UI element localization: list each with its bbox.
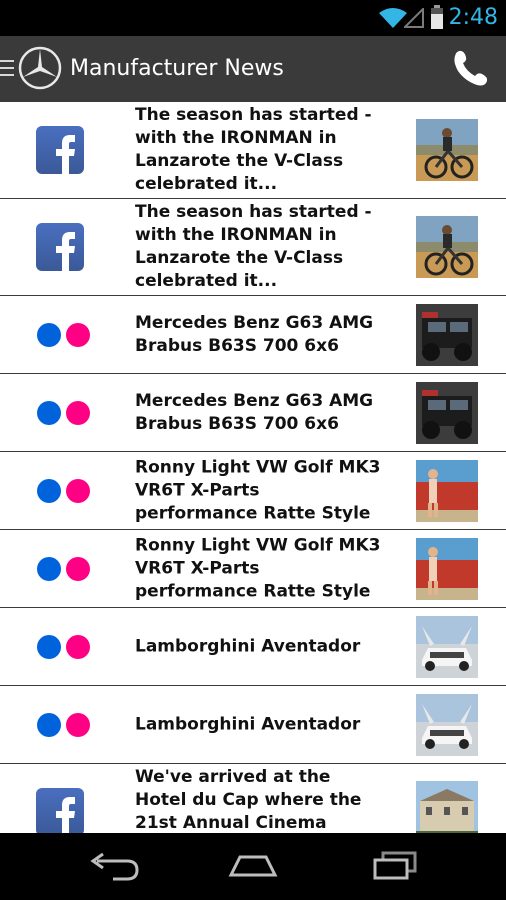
flickr-icon	[36, 477, 92, 505]
news-title: The season has started - with the IRONMA…	[135, 105, 372, 194]
recent-apps-icon[interactable]	[365, 845, 425, 885]
drawer-icon[interactable]	[0, 60, 14, 78]
news-thumbnail	[416, 216, 478, 278]
back-icon[interactable]	[83, 845, 143, 885]
list-item[interactable]: The season has started - with the IRONMA…	[0, 102, 506, 199]
news-thumbnail	[416, 615, 478, 678]
flickr-icon	[36, 633, 92, 661]
facebook-icon	[36, 788, 84, 833]
flickr-icon	[36, 555, 92, 583]
list-item[interactable]: Lamborghini Aventador	[0, 686, 506, 764]
flickr-icon	[36, 321, 92, 349]
news-title: Mercedes Benz G63 AMG Brabus B63S 700 6x…	[135, 312, 374, 356]
news-title: Lamborghini Aventador	[135, 636, 361, 656]
news-thumbnail	[416, 781, 478, 833]
news-title: Ronny Light VW Golf MK3 VR6T X-Parts per…	[135, 535, 381, 601]
facebook-icon	[36, 223, 84, 271]
mercedes-logo-icon[interactable]	[17, 45, 63, 91]
list-item[interactable]: Mercedes Benz G63 AMG Brabus B63S 700 6x…	[0, 296, 506, 374]
battery-icon	[431, 5, 443, 29]
news-title: The season has started - with the IRONMA…	[135, 202, 372, 291]
list-item[interactable]: Ronny Light VW Golf MK3 VR6T X-Parts per…	[0, 530, 506, 608]
list-item[interactable]: The season has started - with the IRONMA…	[0, 199, 506, 296]
news-thumbnail	[416, 119, 478, 181]
app-title: Manufacturer News	[70, 56, 284, 81]
news-title: We've arrived at the Hotel du Cap where …	[135, 767, 362, 833]
home-icon[interactable]	[223, 845, 283, 885]
list-item[interactable]: We've arrived at the Hotel du Cap where …	[0, 764, 506, 833]
news-thumbnail	[416, 459, 478, 522]
news-title: Lamborghini Aventador	[135, 714, 361, 734]
list-item[interactable]: Lamborghini Aventador	[0, 608, 506, 686]
list-item[interactable]: Mercedes Benz G63 AMG Brabus B63S 700 6x…	[0, 374, 506, 452]
news-thumbnail	[416, 693, 478, 756]
news-thumbnail	[416, 303, 478, 366]
status-bar: 2:48	[0, 0, 506, 36]
signal-icon	[404, 8, 424, 28]
news-thumbnail	[416, 537, 478, 600]
facebook-icon	[36, 126, 84, 174]
news-thumbnail	[416, 381, 478, 444]
flickr-icon	[36, 399, 92, 427]
list-item[interactable]: Ronny Light VW Golf MK3 VR6T X-Parts per…	[0, 452, 506, 530]
news-list[interactable]: The season has started - with the IRONMA…	[0, 102, 506, 833]
status-time: 2:48	[448, 5, 498, 30]
flickr-icon	[36, 711, 92, 739]
phone-icon[interactable]	[450, 48, 490, 88]
nav-bar	[0, 833, 506, 900]
news-title: Ronny Light VW Golf MK3 VR6T X-Parts per…	[135, 457, 381, 523]
news-title: Mercedes Benz G63 AMG Brabus B63S 700 6x…	[135, 390, 374, 434]
action-bar: Manufacturer News	[0, 36, 506, 102]
